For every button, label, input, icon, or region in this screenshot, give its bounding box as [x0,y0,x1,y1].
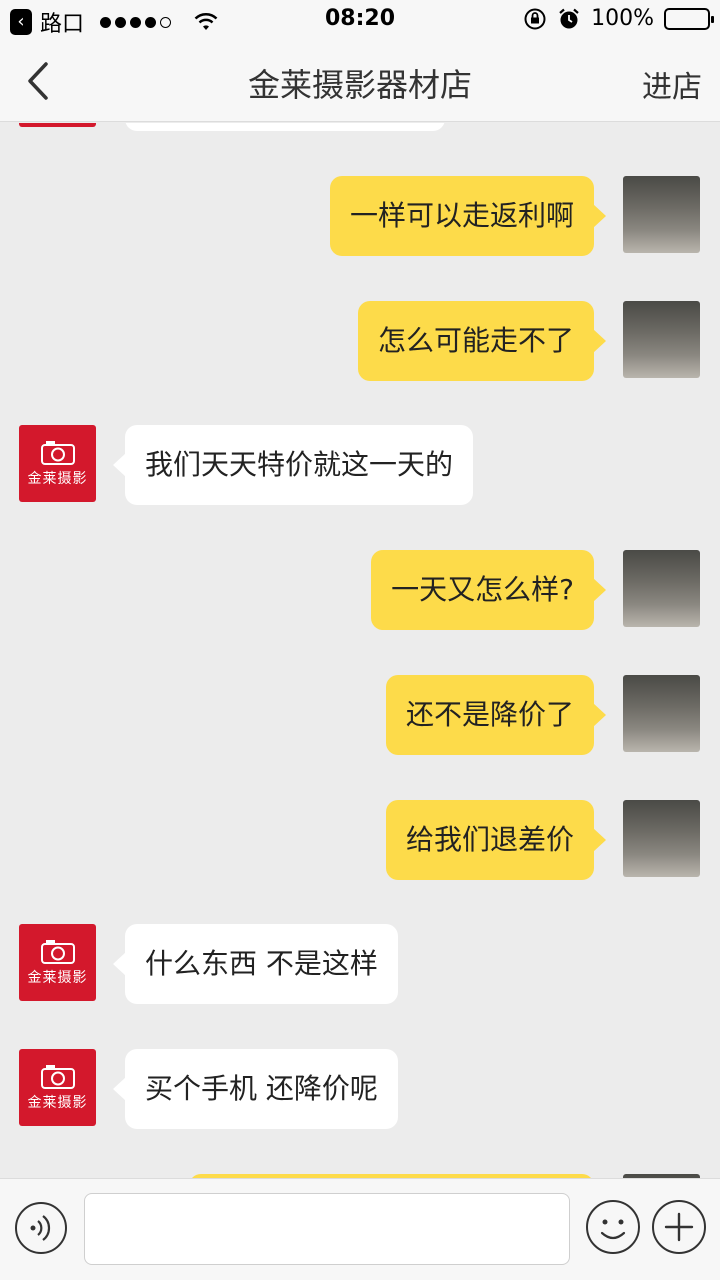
user-avatar[interactable] [623,176,700,253]
status-right: 100% [523,6,714,31]
user-avatar[interactable] [623,800,700,877]
message-bubble-right[interactable]: 一样可以走返利啊 [329,176,607,256]
camera-logo-icon [40,939,75,964]
shop-avatar[interactable]: 金莱摄影 [19,425,96,502]
shop-avatar-text: 金莱摄影 [27,969,88,986]
status-bar: ‹ 路口 08:20 100% [0,0,720,40]
chat-list[interactable]: 一样可以走返利啊 怎么可能走不了 金莱摄影 我们天天特价就这一天的 一天又怎么样… [0,123,720,1178]
shop-avatar-partial[interactable] [19,123,96,127]
message-text: 给我们退差价 [405,823,574,856]
voice-icon[interactable] [14,1201,68,1255]
message-input[interactable] [84,1193,570,1265]
camera-logo-icon [40,1064,75,1089]
message-text: 什么东西 不是这样 [145,947,378,980]
message-bubble-left[interactable]: 买个手机 还降价呢 [113,1049,398,1129]
message-bubble-right[interactable]: 还不是降价了 [385,675,607,755]
message-bubble-left[interactable]: 什么东西 不是这样 [113,924,398,1004]
page-title: 金莱摄影器材店 [247,66,472,104]
message-text: 还不是降价了 [405,698,574,731]
shop-avatar[interactable]: 金莱摄影 [19,1049,96,1126]
message-text: 怎么可能走不了 [377,324,574,357]
shop-avatar[interactable]: 金莱摄影 [19,924,96,1001]
plus-icon[interactable] [651,1199,707,1255]
message-text: 买个手机 还降价呢 [145,1072,378,1105]
message-bubble-right[interactable]: 给我们退差价 [385,800,607,880]
nav-bar: 金莱摄影器材店 进店 [0,40,720,122]
battery-percent: 100% [591,6,654,31]
orientation-lock-icon [524,8,546,29]
shop-avatar-text: 金莱摄影 [27,1094,88,1111]
input-bar [0,1178,720,1280]
camera-logo-icon [40,440,75,465]
message-bubble-partial [125,123,445,131]
message-text: 一样可以走返利啊 [349,199,574,232]
emoji-icon[interactable] [585,1199,641,1255]
message-bubble-right[interactable]: 怎么可能走不了 [357,301,607,381]
user-avatar[interactable] [623,301,700,378]
enter-shop-button[interactable]: 进店 [642,62,702,106]
message-text: 我们天天特价就这一天的 [145,448,454,481]
message-bubble-left[interactable]: 我们天天特价就这一天的 [112,425,474,505]
message-bubble-right[interactable]: 一天又怎么样? [371,550,606,630]
message-text: 一天又怎么样? [391,573,574,606]
alarm-icon [559,8,579,28]
battery-icon [664,7,714,30]
user-avatar[interactable] [623,550,700,627]
user-avatar[interactable] [623,675,700,752]
shop-avatar-text: 金莱摄影 [27,470,88,487]
